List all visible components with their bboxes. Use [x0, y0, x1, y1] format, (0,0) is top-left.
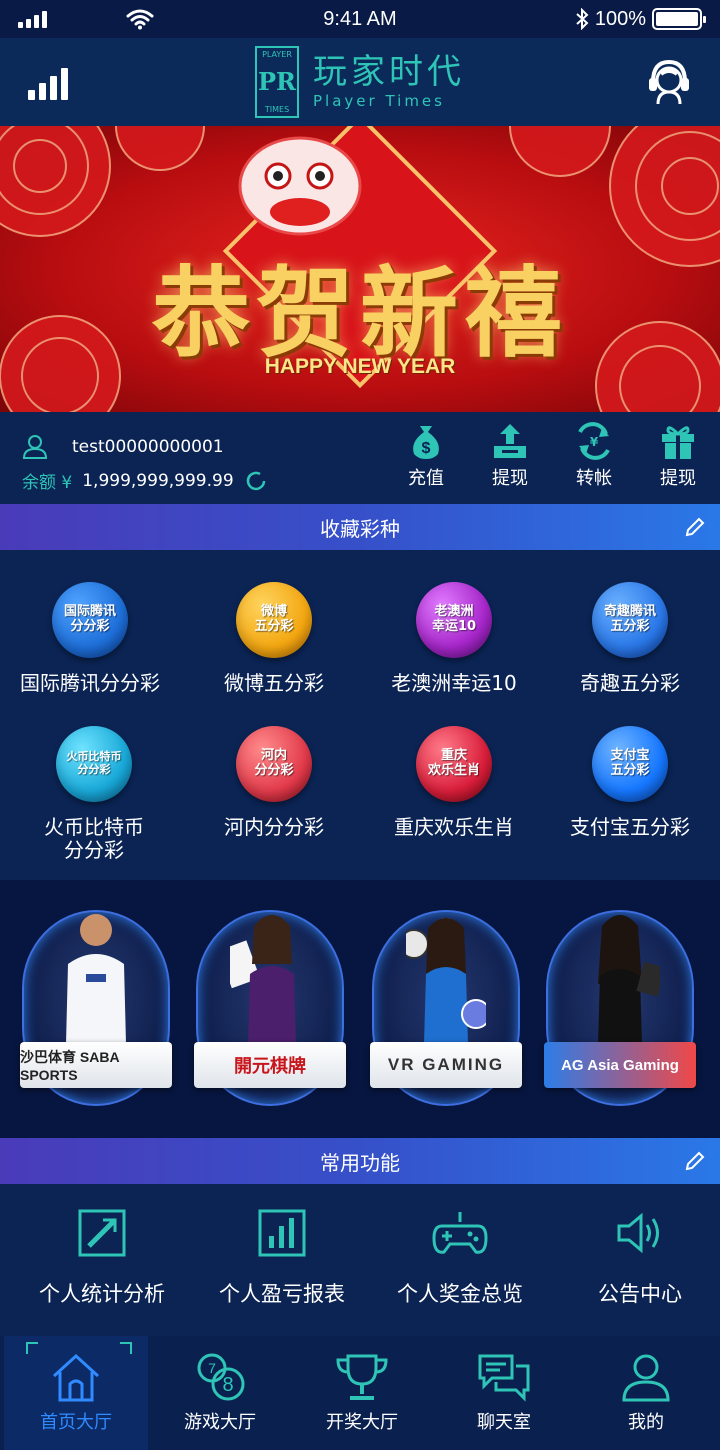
chat-icon	[478, 1354, 530, 1402]
refresh-icon[interactable]	[244, 469, 268, 493]
transfer-button[interactable]: ¥ 转帐	[552, 422, 636, 490]
platform-label: 開元棋牌	[194, 1042, 346, 1088]
trophy-icon	[336, 1354, 388, 1400]
balance-label: 余额 ¥	[22, 473, 73, 493]
deposit-button[interactable]: $ 充值	[384, 422, 468, 490]
brand-name-cn: 玩家时代	[313, 52, 465, 93]
svg-text:7: 7	[208, 1360, 216, 1376]
account-panel: test00000000001 余额 ¥ 1,999,999,999.99 $ …	[0, 412, 720, 504]
platform-label: VR GAMING	[370, 1042, 522, 1088]
gift-icon	[662, 426, 694, 459]
lottery-item-chongqing[interactable]: 重庆 欢乐生肖 重庆欢乐生肖	[364, 726, 544, 839]
personal-report-button[interactable]: 个人盈亏报表	[192, 1208, 372, 1308]
lottery-badge: 奇趣腾讯 五分彩	[592, 582, 668, 658]
signal-strength-icon[interactable]	[28, 66, 68, 100]
announcement-button[interactable]: 公告中心	[550, 1208, 720, 1308]
lottery-item-australia[interactable]: 老澳洲 幸运10 老澳洲幸运10	[364, 582, 544, 695]
username: test00000000001	[72, 437, 224, 457]
user-icon	[22, 435, 48, 459]
svg-text:8: 8	[222, 1374, 233, 1396]
edit-favorites-icon[interactable]	[684, 516, 706, 538]
status-time: 9:41 AM	[323, 7, 397, 30]
withdraw-button[interactable]: 提现	[468, 422, 552, 490]
logo-mark: PLAYER PR TIMES	[255, 46, 299, 118]
lottery-balls-icon: 7 8	[197, 1353, 245, 1401]
lottery-item-qiqu[interactable]: 奇趣腾讯 五分彩 奇趣五分彩	[540, 582, 720, 695]
platform-label: 沙巴体育 SABA SPORTS	[20, 1042, 172, 1088]
favorite-lottery-grid: 国际腾讯 分分彩 国际腾讯分分彩 微博 五分彩 微博五分彩 老澳洲 幸运10 老…	[0, 550, 720, 880]
status-bar: 9:41 AM 100%	[0, 0, 720, 38]
transfer-icon: ¥	[578, 422, 610, 460]
money-bag-icon: $	[413, 426, 439, 459]
edit-functions-icon[interactable]	[684, 1150, 706, 1172]
lottery-item-huobi[interactable]: 火币比特币 分分彩 火币比特币 分分彩	[4, 726, 184, 862]
tab-home[interactable]: 首页大厅	[4, 1336, 148, 1450]
brand-name-en: Player Times	[313, 91, 445, 110]
functions-title: 常用功能	[320, 1150, 400, 1175]
platform-card-saba[interactable]: 沙巴体育 SABA SPORTS	[16, 890, 176, 1130]
lion-head-icon	[238, 136, 362, 236]
speaker-icon	[617, 1212, 659, 1254]
platform-card-vr[interactable]: VR GAMING	[366, 890, 526, 1130]
favorites-title: 收藏彩种	[320, 516, 400, 541]
tab-games[interactable]: 7 8 游戏大厅	[148, 1336, 292, 1450]
platform-card-ag[interactable]: AG Asia Gaming	[540, 890, 700, 1130]
common-functions: 个人统计分析 个人盈亏报表 个人奖金总览 公告中心	[0, 1184, 720, 1336]
lottery-badge: 重庆 欢乐生肖	[416, 726, 492, 802]
platform-label: AG Asia Gaming	[544, 1042, 696, 1088]
brand-logo: PLAYER PR TIMES 玩家时代 Player Times	[255, 46, 465, 118]
withdraw-gift-button[interactable]: 提现	[636, 422, 720, 490]
casino-hostess-figure	[598, 915, 660, 1044]
balance-value: 1,999,999,999.99	[82, 470, 234, 491]
lottery-badge: 微博 五分彩	[236, 582, 312, 658]
upload-tray-icon	[494, 424, 526, 458]
gamepad-icon	[432, 1212, 488, 1254]
app-header: PLAYER PR TIMES 玩家时代 Player Times	[0, 38, 720, 126]
banner-subtitle: HAPPY NEW YEAR	[264, 355, 456, 378]
tab-chat[interactable]: 聊天室	[432, 1336, 576, 1450]
personal-bonus-button[interactable]: 个人奖金总览	[370, 1208, 550, 1308]
lottery-item-hanoi[interactable]: 河内 分分彩 河内分分彩	[184, 726, 364, 839]
chart-up-icon	[78, 1209, 126, 1257]
lottery-badge: 河内 分分彩	[236, 726, 312, 802]
battery-icon	[652, 8, 706, 30]
functions-header: 常用功能	[0, 1138, 720, 1184]
lottery-badge: 国际腾讯 分分彩	[52, 582, 128, 658]
athlete-figure	[66, 914, 126, 1044]
favorites-header: 收藏彩种	[0, 504, 720, 550]
user-profile-icon	[622, 1354, 670, 1402]
game-platforms: 沙巴体育 SABA SPORTS 開元棋牌 VR GAMING AG Asia …	[0, 880, 720, 1138]
promo-banner[interactable]: 恭贺新禧 HAPPY NEW YEAR	[0, 126, 720, 412]
home-icon	[52, 1353, 100, 1402]
card-dealer-figure	[230, 915, 296, 1044]
tab-draw-results[interactable]: 开奖大厅	[290, 1336, 434, 1450]
lottery-hostess-figure	[406, 918, 486, 1044]
bar-report-icon	[258, 1209, 306, 1257]
lottery-item-alipay[interactable]: 支付宝 五分彩 支付宝五分彩	[540, 726, 720, 839]
svg-text:¥: ¥	[590, 435, 599, 449]
lottery-badge: 火币比特币 分分彩	[56, 726, 132, 802]
customer-service-icon[interactable]	[644, 56, 694, 106]
svg-text:$: $	[422, 440, 431, 457]
tab-profile[interactable]: 我的	[574, 1336, 718, 1450]
personal-stats-button[interactable]: 个人统计分析	[12, 1208, 192, 1308]
lottery-badge: 支付宝 五分彩	[592, 726, 668, 802]
bottom-tab-bar: 首页大厅 7 8 游戏大厅 开奖大厅 聊天室 我的	[0, 1336, 720, 1450]
platform-card-kaiyuan[interactable]: 開元棋牌	[190, 890, 350, 1130]
lottery-item-weibo[interactable]: 微博 五分彩 微博五分彩	[184, 582, 364, 695]
lottery-badge: 老澳洲 幸运10	[416, 582, 492, 658]
lottery-item-tencent[interactable]: 国际腾讯 分分彩 国际腾讯分分彩	[0, 582, 180, 695]
